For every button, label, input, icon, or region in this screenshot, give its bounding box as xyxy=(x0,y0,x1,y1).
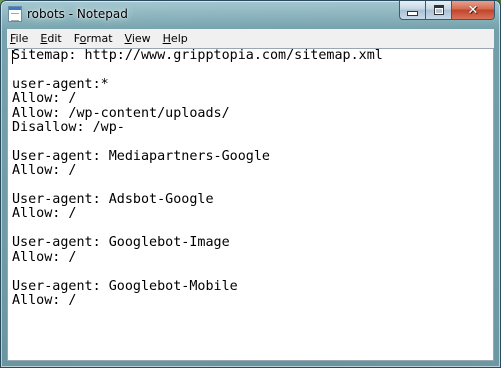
window-title: robots - Notepad xyxy=(27,7,128,21)
maximize-icon xyxy=(433,5,444,15)
notepad-window: robots - Notepad ✕ File Edit Format View… xyxy=(0,0,501,368)
document-line: Allow: / xyxy=(12,163,77,179)
menu-view[interactable]: View xyxy=(119,29,157,48)
close-icon: ✕ xyxy=(467,2,479,18)
document-line: Allow: / xyxy=(12,249,77,265)
document-line: Allow: / xyxy=(12,206,77,222)
caption-buttons: ✕ xyxy=(399,1,495,20)
notepad-icon[interactable] xyxy=(8,6,22,22)
document-line: Sitemap: http://www.gripptopia.com/sitem… xyxy=(12,48,383,63)
text-caret xyxy=(12,50,13,64)
menu-file[interactable]: File xyxy=(7,29,34,48)
text-editor[interactable]: Sitemap: http://www.gripptopia.com/sitem… xyxy=(7,48,494,361)
menu-edit[interactable]: Edit xyxy=(34,29,67,48)
document-line: User-agent: Googlebot-Image xyxy=(12,235,230,251)
menu-help[interactable]: Help xyxy=(157,29,194,48)
document-line: User-agent: Googlebot-Mobile xyxy=(12,278,238,294)
document-line: Allow: /wp-content/uploads/ xyxy=(12,105,230,121)
document-line: User-agent: Adsbot-Google xyxy=(12,192,214,208)
minimize-icon xyxy=(407,10,418,16)
document-line: Allow: / xyxy=(12,91,77,107)
close-button[interactable]: ✕ xyxy=(451,1,495,20)
menu-format[interactable]: Format xyxy=(68,29,119,48)
document-line: User-agent: Mediapartners-Google xyxy=(12,148,270,164)
document-line: user-agent:* xyxy=(12,76,109,92)
document-line: Allow: / xyxy=(12,292,77,308)
document-text[interactable]: Sitemap: http://www.gripptopia.com/sitem… xyxy=(12,49,383,308)
document-line: Disallow: /wp- xyxy=(12,120,125,136)
maximize-button[interactable] xyxy=(425,1,451,20)
minimize-button[interactable] xyxy=(399,1,425,20)
title-bar[interactable]: robots - Notepad ✕ xyxy=(1,1,500,29)
menu-bar: File Edit Format View Help xyxy=(7,29,494,49)
